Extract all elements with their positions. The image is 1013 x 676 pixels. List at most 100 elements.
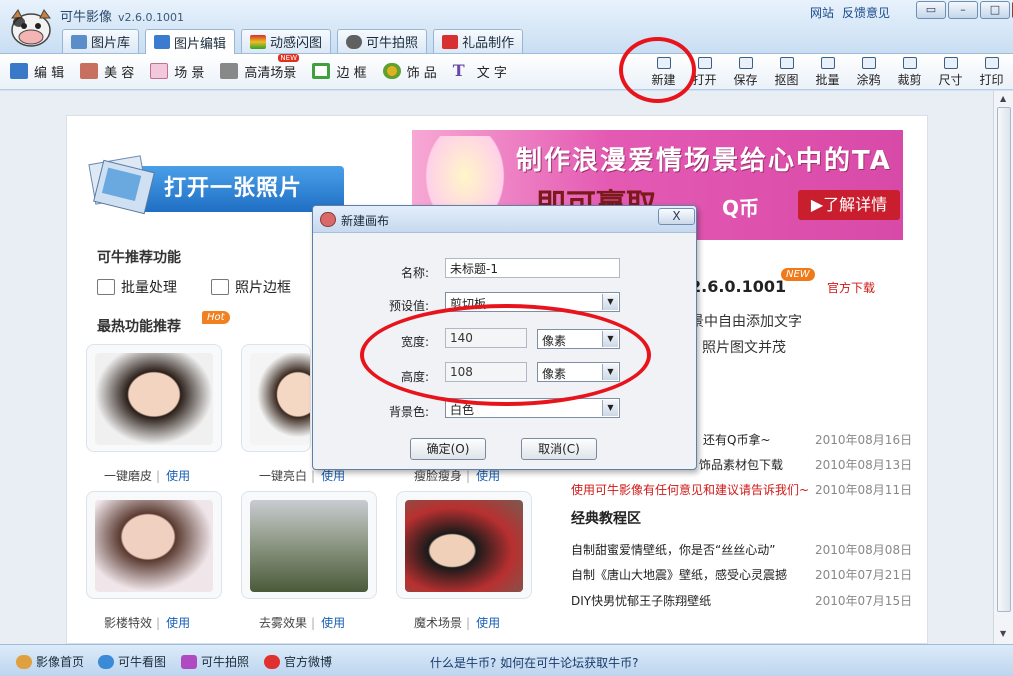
restore-window-button[interactable]: ▭ — [916, 1, 946, 19]
resize-button[interactable]: 尺寸 — [930, 56, 971, 88]
tab-camera[interactable]: 可牛拍照 — [337, 29, 428, 53]
tool-label: 批量 — [815, 73, 840, 87]
tab-label: 动感闪图 — [270, 36, 323, 51]
doodle-button[interactable]: 涂鸦 — [848, 56, 889, 88]
tool-scene[interactable]: 场 景 — [150, 60, 204, 82]
dialog-close-button[interactable]: X — [658, 208, 695, 225]
flash-gif-icon — [250, 34, 267, 49]
title-bar: 可牛影像 v2.6.0.1001 网站反馈意见 ▭ – □ ✕ 图片库 图片编辑 … — [0, 0, 1013, 54]
tool-decoration[interactable]: 饰 品 — [382, 60, 437, 82]
tool-beauty[interactable]: 美 容 — [80, 60, 134, 82]
vertical-scrollbar[interactable]: ▲ ▼ — [993, 91, 1013, 644]
width-unit-select[interactable]: 像素 ▼ — [537, 329, 620, 349]
name-label: 名称: — [400, 266, 429, 280]
tool-frame[interactable]: 边 框 — [312, 60, 367, 82]
edit-icon — [10, 63, 28, 79]
tutorial-item[interactable]: DIY快男忧郁王子陈翔壁纸 2010年07月15日 — [571, 592, 912, 609]
thumb-label: 一键磨皮 — [104, 469, 153, 483]
scrollbar-thumb[interactable] — [997, 107, 1011, 612]
width-unit-value: 像素 — [542, 334, 567, 348]
chevron-down-icon: ▼ — [602, 331, 618, 347]
use-link[interactable]: 使用 — [166, 616, 190, 630]
status-label: 可牛看图 — [118, 655, 167, 669]
tool-edit[interactable]: 编 辑 — [10, 60, 64, 82]
open-button[interactable]: 打开 — [684, 56, 725, 88]
status-viewer-link[interactable]: 可牛看图 — [98, 653, 166, 670]
bg-color-select[interactable]: 白色 ▼ — [445, 398, 620, 418]
use-link[interactable]: 使用 — [321, 469, 345, 483]
save-button[interactable]: 保存 — [725, 56, 766, 88]
recommend-title: 可牛推荐功能 — [97, 250, 181, 266]
save-disk-icon — [738, 57, 753, 69]
cutout-icon — [779, 57, 794, 69]
dialog-title-bar[interactable]: 新建画布 X — [313, 206, 696, 233]
photo-frame-link[interactable]: 照片边框 — [211, 277, 291, 297]
edit-tool-group: 编 辑 美 容 场 景 高清场景 NEW 边 框 饰 品 T 文 字 — [10, 54, 523, 82]
news-title: 饰品素材包下载 — [699, 458, 784, 472]
tab-flash-gif[interactable]: 动感闪图 — [241, 29, 332, 53]
pen-frame-icon — [211, 279, 229, 295]
photo-stack-icon — [88, 155, 155, 215]
batch-gear-icon — [820, 57, 835, 69]
chevron-down-icon: ▼ — [602, 400, 618, 416]
use-link[interactable]: 使用 — [476, 616, 500, 630]
use-link[interactable]: 使用 — [476, 469, 500, 483]
use-link[interactable]: 使用 — [166, 469, 190, 483]
thumb-card[interactable] — [86, 491, 222, 599]
maximize-button[interactable]: □ — [980, 1, 1010, 19]
niubi-help-link[interactable]: 什么是牛币? 如何在可牛论坛获取牛币? — [430, 654, 639, 671]
crop-button[interactable]: 裁剪 — [889, 56, 930, 88]
gift-icon — [442, 34, 459, 49]
ok-button[interactable]: 确定(O) — [410, 438, 486, 460]
scroll-up-icon[interactable]: ▲ — [1000, 94, 1006, 103]
open-photo-button[interactable]: 打开一张照片 — [86, 152, 348, 222]
thumb-card[interactable] — [396, 491, 532, 599]
banner-headline: 制作浪漫爱情场景给心中的TA — [516, 146, 892, 176]
use-link[interactable]: 使用 — [321, 616, 345, 630]
app-name: 可牛影像 — [60, 10, 113, 25]
cutout-button[interactable]: 抠图 — [766, 56, 807, 88]
news-item[interactable]: 使用可牛影像有任何意见和建议请告诉我们~ 2010年08月11日 — [571, 481, 912, 498]
tool-label: 文 字 — [476, 65, 507, 81]
doodle-icon — [861, 57, 876, 69]
thumb-label: 一键亮白 — [259, 469, 308, 483]
banner-detail-button[interactable]: ▶了解详情 — [798, 190, 900, 220]
official-download-link[interactable]: 官方下载 — [827, 279, 875, 296]
cancel-button[interactable]: 取消(C) — [521, 438, 597, 460]
tool-text[interactable]: T文 字 — [453, 60, 507, 82]
scroll-down-icon[interactable]: ▼ — [1000, 629, 1006, 638]
tab-photo-edit[interactable]: 图片编辑 — [145, 29, 236, 54]
feature-line: 照片图文并茂 — [702, 340, 786, 356]
tutorial-item-title: 自制《唐山大地震》壁纸，感受心灵震撼 — [571, 568, 788, 582]
eye-icon — [98, 654, 114, 669]
status-camera-link[interactable]: 可牛拍照 — [181, 653, 249, 670]
name-input[interactable] — [445, 258, 620, 278]
status-home-link[interactable]: 影像首页 — [16, 653, 84, 670]
thumb-caption: 一键磨皮 | 使用 — [104, 467, 190, 484]
feedback-link[interactable]: 反馈意见 — [842, 6, 890, 20]
thumb-card[interactable] — [86, 344, 222, 452]
tool-hd-scene[interactable]: 高清场景 NEW — [220, 54, 300, 82]
news-date: 2010年08月16日 — [815, 433, 913, 447]
tutorial-item[interactable]: 自制《唐山大地震》壁纸，感受心灵震撼 2010年07月21日 — [571, 566, 912, 583]
thumb-card[interactable] — [241, 344, 311, 452]
tutorial-item[interactable]: 自制甜蜜爱情壁纸，你是否“丝丝心动” 2010年08月08日 — [571, 541, 912, 558]
website-link[interactable]: 网站 — [810, 6, 834, 20]
batch-process-link[interactable]: 批量处理 — [97, 277, 177, 297]
tab-photo-library[interactable]: 图片库 — [62, 29, 140, 53]
tool-label: 饰 品 — [406, 65, 437, 81]
batch-button[interactable]: 批量 — [807, 56, 848, 88]
preset-select[interactable]: 剪切板 ▼ — [445, 292, 620, 312]
cow-small-icon — [320, 212, 336, 227]
tab-gift[interactable]: 礼品制作 — [433, 29, 524, 53]
new-button[interactable]: 新建 — [643, 56, 684, 88]
status-label: 影像首页 — [36, 655, 85, 669]
chevron-down-icon: ▼ — [602, 294, 618, 310]
height-unit-select[interactable]: 像素 ▼ — [537, 362, 620, 382]
height-input[interactable] — [445, 362, 527, 382]
thumb-card[interactable] — [241, 491, 377, 599]
width-input[interactable] — [445, 328, 527, 348]
minimize-button[interactable]: – — [948, 1, 978, 19]
print-button[interactable]: 打印 — [971, 56, 1012, 88]
status-weibo-link[interactable]: 官方微博 — [264, 653, 332, 670]
